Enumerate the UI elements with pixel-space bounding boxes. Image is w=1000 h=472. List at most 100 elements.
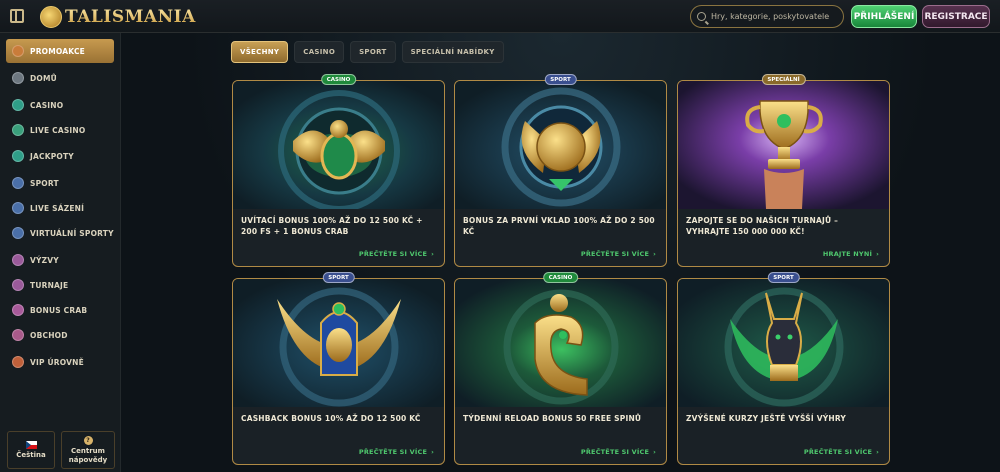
- help-label-line2: nápovědy: [68, 455, 108, 464]
- sidebar-item-casino[interactable]: CASINO: [6, 93, 114, 117]
- vip-icon: [12, 356, 24, 368]
- tournaments-icon: [12, 279, 24, 291]
- category-badge: SPORT: [767, 272, 800, 283]
- promo-title: BONUS ZA PRVNÍ VKLAD 100% AŽ DO 2 500 KČ: [463, 216, 655, 236]
- chevron-right-icon: ›: [876, 448, 879, 456]
- help-label-line1: Centrum: [71, 447, 105, 456]
- sidebar-item-live-casino[interactable]: LIVE CASINO: [6, 118, 114, 142]
- sidebar-item-label: BONUS CRAB: [30, 305, 88, 315]
- chevron-right-icon: ›: [653, 448, 656, 456]
- category-badge: CASINO: [542, 272, 579, 283]
- category-badge: CASINO: [320, 74, 357, 85]
- read-more-link[interactable]: PŘEČTĚTE SI VÍCE ›: [581, 448, 656, 456]
- logo-emblem-icon: [40, 5, 62, 28]
- gift-icon: [12, 45, 24, 57]
- sidebar-item-obchod[interactable]: OBCHOD: [6, 323, 114, 347]
- shop-icon: [12, 329, 24, 341]
- register-button[interactable]: REGISTRACE: [922, 5, 990, 28]
- winged-goddess-icon: [233, 279, 444, 407]
- bonus-crab-icon: [12, 304, 24, 316]
- category-badge: SPECIÁLNÍ: [761, 74, 806, 85]
- category-badge: SPORT: [544, 74, 577, 85]
- tab-casino[interactable]: CASINO: [294, 41, 345, 63]
- language-selector[interactable]: Čeština: [7, 431, 55, 469]
- live-betting-icon: [12, 202, 24, 214]
- scarab-icon: [233, 81, 444, 209]
- challenges-icon: [12, 254, 24, 266]
- chevron-right-icon: ›: [431, 448, 434, 456]
- play-now-link[interactable]: HRAJTE NYNÍ ›: [823, 250, 879, 258]
- logo[interactable]: TALISMANIA: [40, 4, 196, 29]
- sidebar-toggle-icon[interactable]: [10, 9, 24, 23]
- sidebar-item-vip-urovne[interactable]: VIP ÚROVNĚ: [6, 350, 114, 374]
- sidebar-item-live-sazeni[interactable]: LIVE SÁZENÍ: [6, 196, 114, 220]
- home-icon: [12, 72, 24, 84]
- sidebar-item-vyzvy[interactable]: VÝZVY: [6, 248, 114, 272]
- sidebar-item-label: DOMŮ: [30, 73, 57, 83]
- casino-icon: [12, 99, 24, 111]
- tab-vsechny[interactable]: VŠECHNY: [231, 41, 289, 63]
- sidebar: PROMOAKCE DOMŮ CASINO LIVE CASINO JACKPO…: [0, 33, 121, 472]
- read-more-link[interactable]: PŘEČTĚTE SI VÍCE ›: [359, 448, 434, 456]
- sidebar-item-label: JACKPOTY: [30, 151, 74, 161]
- tab-sport[interactable]: SPORT: [350, 41, 396, 63]
- promo-filter-tabs: VŠECHNY CASINO SPORT SPECIÁLNÍ NABÍDKY: [231, 41, 504, 63]
- anubis-icon: [678, 279, 889, 407]
- sport-icon: [12, 177, 24, 189]
- sidebar-item-virtualni-sporty[interactable]: VIRTUÁLNÍ SPORTY: [6, 221, 114, 245]
- sidebar-item-label: TURNAJE: [30, 280, 69, 290]
- help-center-button[interactable]: ? Centrum nápovědy: [61, 431, 115, 469]
- promo-title: ZAPOJTE SE DO NAŠICH TURNAJŮ – VYHRAJTE …: [686, 216, 839, 236]
- promo-card[interactable]: CASINO UVÍTACÍ BONUS 100% AŽ DO 12 500 K…: [232, 74, 445, 267]
- main-content: VŠECHNY CASINO SPORT SPECIÁLNÍ NABÍDKY C…: [121, 33, 1000, 472]
- read-more-label: PŘEČTĚTE SI VÍCE: [358, 448, 428, 456]
- promo-title: UVÍTACÍ BONUS 100% AŽ DO 12 500 KČ + 200…: [241, 216, 423, 236]
- sidebar-item-turnaje[interactable]: TURNAJE: [6, 273, 114, 297]
- help-icon: ?: [83, 436, 93, 446]
- sidebar-item-promoakce[interactable]: PROMOAKCE: [6, 39, 114, 63]
- sidebar-item-jackpoty[interactable]: JACKPOTY: [6, 144, 114, 168]
- live-casino-icon: [12, 124, 24, 136]
- read-more-link[interactable]: PŘEČTĚTE SI VÍCE ›: [804, 448, 879, 456]
- read-more-label: PŘEČTĚTE SI VÍCE: [580, 250, 650, 258]
- sidebar-item-label: CASINO: [30, 100, 64, 110]
- sidebar-item-label: OBCHOD: [30, 330, 68, 340]
- promo-title: CASHBACK BONUS 10% AŽ DO 12 500 KČ: [241, 414, 421, 423]
- sidebar-item-bonus-crab[interactable]: BONUS CRAB: [6, 298, 114, 322]
- search-input[interactable]: [711, 12, 841, 21]
- sidebar-item-label: VIP ÚROVNĚ: [30, 357, 84, 367]
- logo-text: TALISMANIA: [65, 6, 196, 27]
- czech-flag-icon: [25, 440, 37, 449]
- sidebar-item-label: LIVE CASINO: [30, 125, 86, 135]
- sidebar-item-label: PROMOAKCE: [30, 46, 85, 56]
- search-box[interactable]: [690, 5, 844, 28]
- login-button[interactable]: PŘIHLÁŠENÍ: [851, 5, 917, 28]
- language-label: Čeština: [16, 450, 46, 459]
- promo-card[interactable]: SPECIÁLNÍ ZAPOJTE SE DO NAŠICH TURNAJŮ –…: [677, 74, 890, 267]
- read-more-label: PŘEČTĚTE SI VÍCE: [803, 448, 873, 456]
- play-now-label: HRAJTE NYNÍ: [822, 250, 873, 258]
- chevron-right-icon: ›: [431, 250, 434, 258]
- chevron-right-icon: ›: [653, 250, 656, 258]
- chevron-right-icon: ›: [876, 250, 879, 258]
- read-more-link[interactable]: PŘEČTĚTE SI VÍCE ›: [581, 250, 656, 258]
- sidebar-item-domu[interactable]: DOMŮ: [6, 66, 114, 90]
- sidebar-item-label: VÝZVY: [30, 255, 59, 265]
- read-more-link[interactable]: PŘEČTĚTE SI VÍCE ›: [359, 250, 434, 258]
- tab-specialni-nabidky[interactable]: SPECIÁLNÍ NABÍDKY: [401, 41, 504, 63]
- promo-card[interactable]: CASINO TÝDENNÍ RELOAD BONUS 50 FREE SPIN…: [454, 272, 667, 465]
- virtual-sports-icon: [12, 227, 24, 239]
- read-more-label: PŘEČTĚTE SI VÍCE: [580, 448, 650, 456]
- promo-title: TÝDENNÍ RELOAD BONUS 50 FREE SPINŮ: [463, 414, 642, 423]
- sidebar-item-sport[interactable]: SPORT: [6, 171, 114, 195]
- read-more-label: PŘEČTĚTE SI VÍCE: [358, 250, 428, 258]
- promo-card[interactable]: SPORT BONUS ZA PRVNÍ VKLAD 100% AŽ DO 2 …: [454, 74, 667, 267]
- sidebar-item-label: SPORT: [30, 178, 59, 188]
- promo-card[interactable]: SPORT CASHBACK BONUS 10% AŽ DO 12 500 KČ…: [232, 272, 445, 465]
- winged-ball-icon: [455, 81, 666, 209]
- search-icon: [697, 12, 706, 21]
- promo-card[interactable]: SPORT ZVÝŠENÉ KURZY JEŠTĚ VYŠŠÍ VÝHRY PŘ…: [677, 272, 890, 465]
- trophy-icon: [678, 81, 889, 209]
- top-bar: TALISMANIA PŘIHLÁŠENÍ REGISTRACE: [0, 0, 1000, 33]
- jackpot-icon: [12, 150, 24, 162]
